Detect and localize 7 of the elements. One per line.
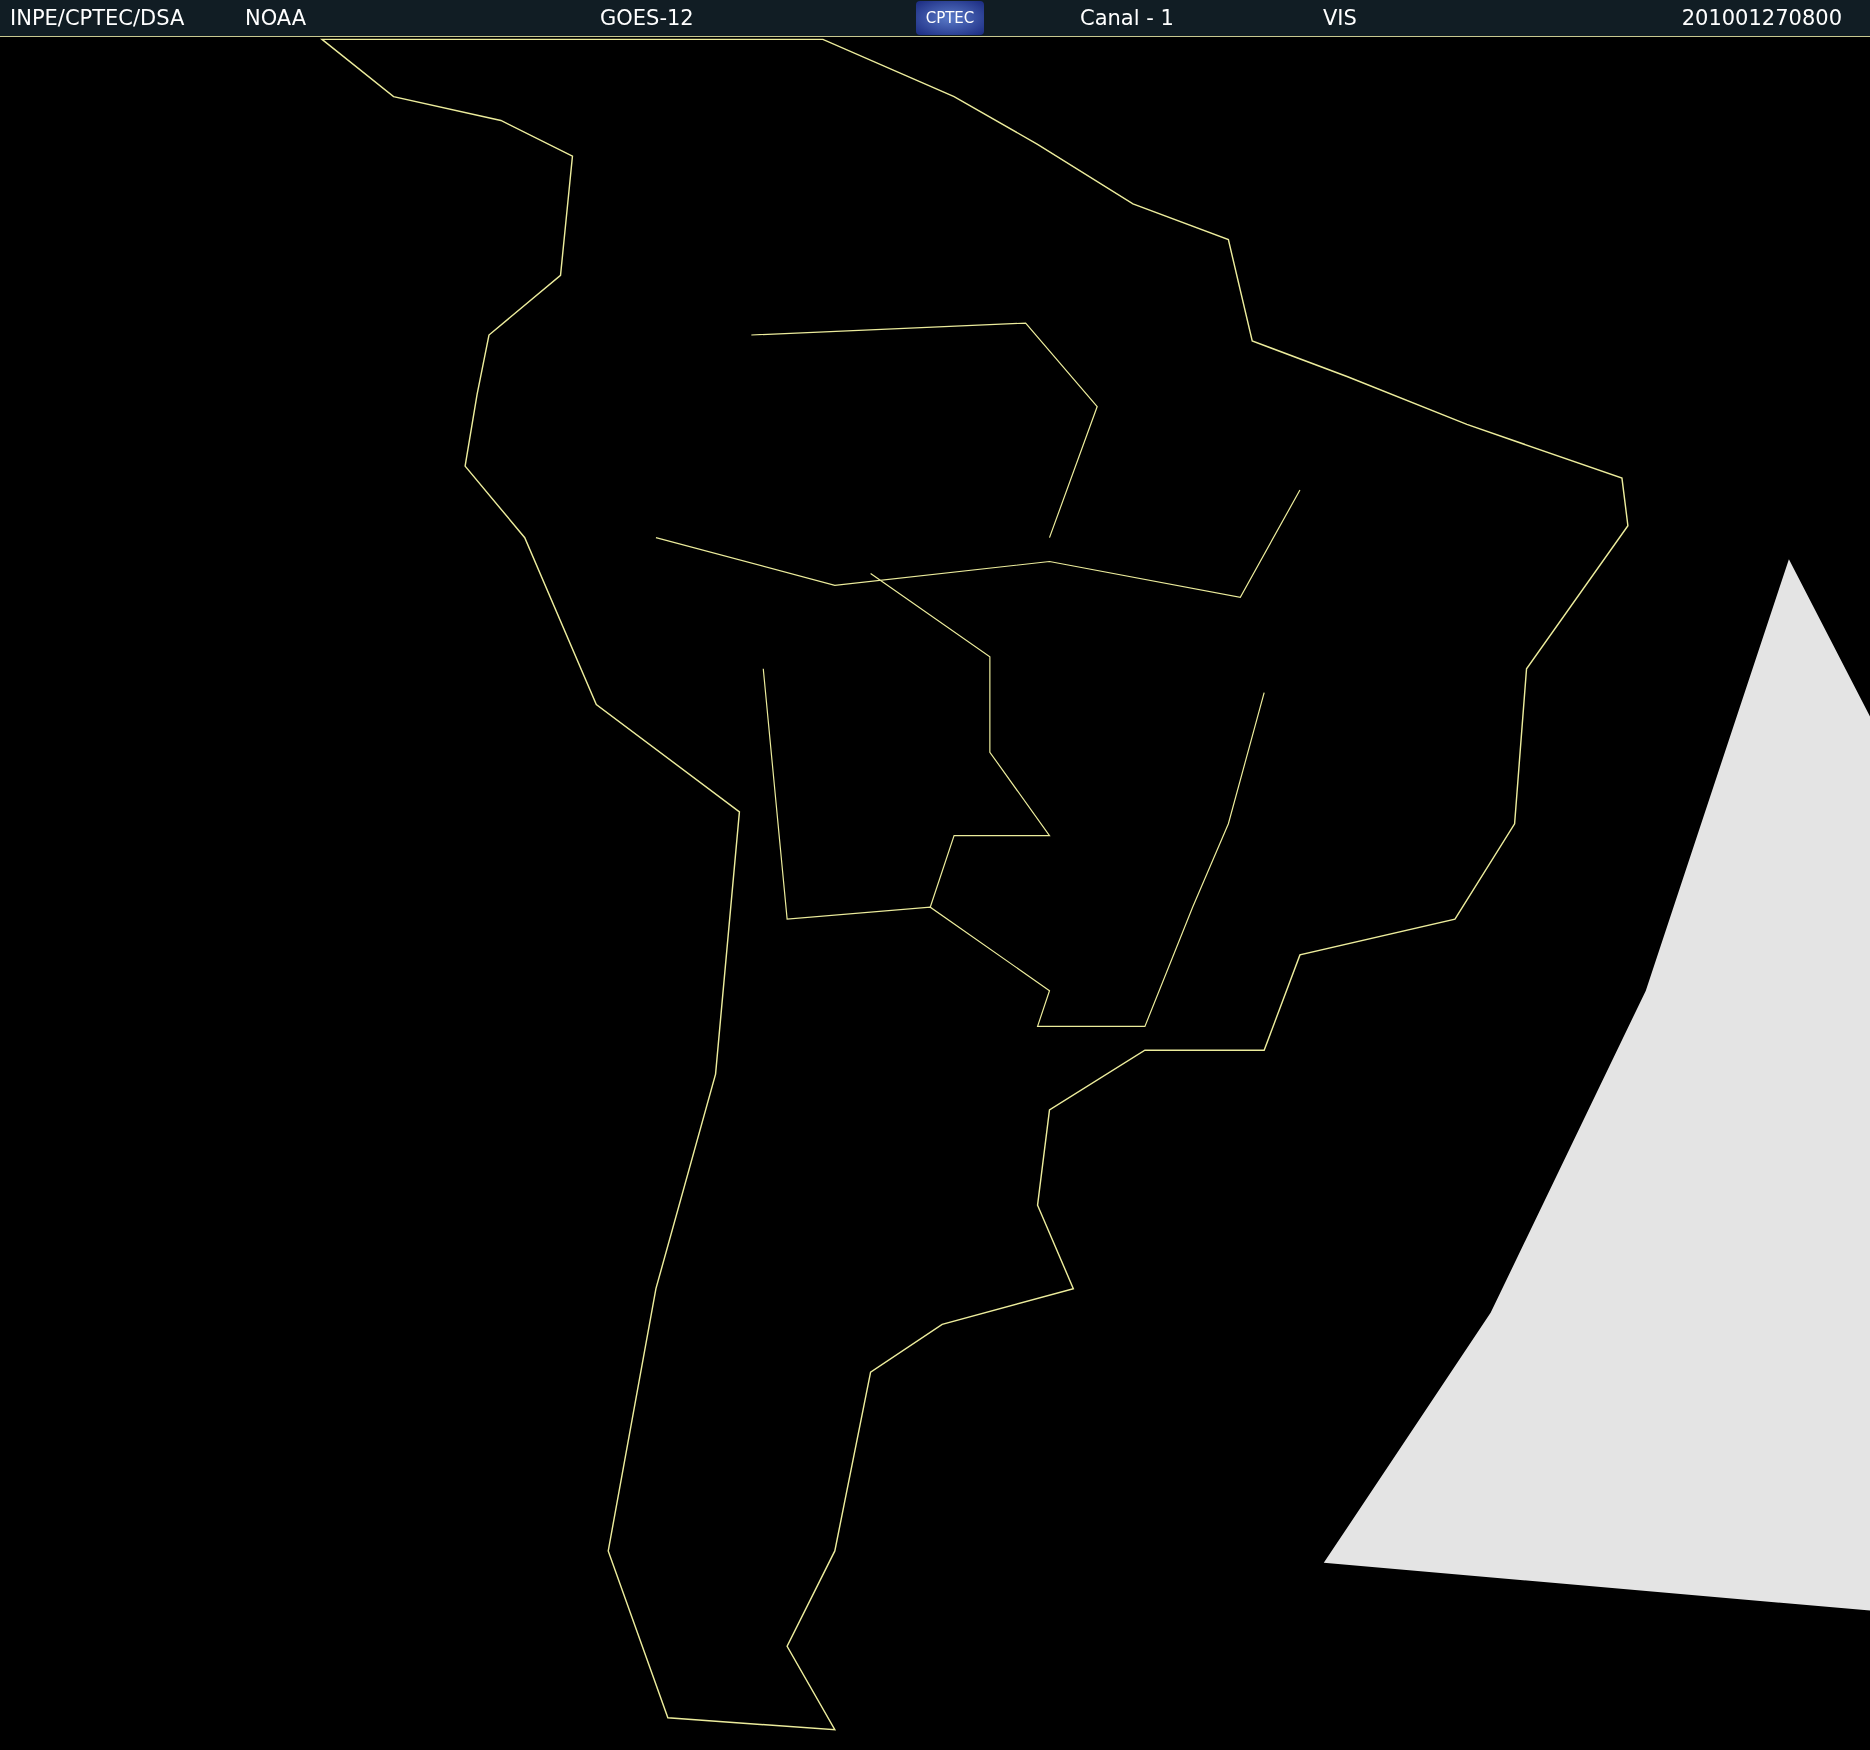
timestamp-label: 201001270800: [1681, 6, 1842, 30]
logo: CPTEC: [916, 1, 984, 35]
satellite-label: GOES-12: [600, 6, 695, 30]
agency-label: NOAA: [245, 6, 308, 30]
band-label: VIS: [1323, 6, 1358, 30]
source-label: INPE/CPTEC/DSA: [10, 6, 186, 30]
channel-label: Canal - 1: [1080, 6, 1175, 30]
